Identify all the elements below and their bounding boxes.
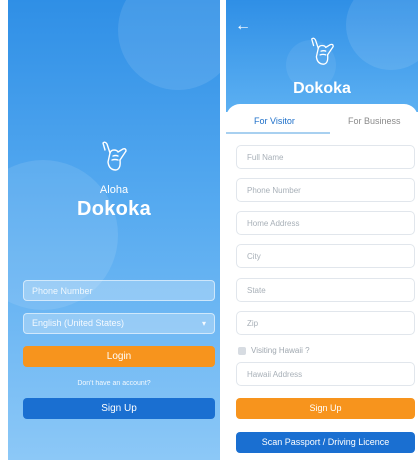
shaka-hand-icon bbox=[226, 36, 418, 70]
hawaii-address-input[interactable] bbox=[236, 362, 415, 386]
city-input[interactable] bbox=[236, 244, 415, 268]
phone-number-input[interactable] bbox=[23, 280, 215, 301]
greeting-text: Aloha bbox=[99, 184, 129, 196]
language-select[interactable]: English (United States) ▾ bbox=[23, 313, 215, 334]
signup-screen: ← Dokoka For Visitor For Business Visiti… bbox=[226, 0, 418, 460]
visiting-hawaii-label: Visiting Hawaii ? bbox=[251, 346, 310, 355]
login-button[interactable]: Login bbox=[23, 346, 215, 367]
home-address-input[interactable] bbox=[236, 211, 415, 235]
scan-passport-button[interactable]: Scan Passport / Driving Licence bbox=[236, 432, 415, 453]
tab-for-visitor[interactable]: For Visitor bbox=[254, 116, 295, 126]
language-value: English (United States) bbox=[32, 318, 125, 328]
brand-name: Dokoka bbox=[293, 80, 351, 97]
brand-name: Dokoka bbox=[76, 198, 152, 220]
signup-button[interactable]: Sign Up bbox=[236, 398, 415, 419]
visiting-hawaii-checkbox-row[interactable]: Visiting Hawaii ? bbox=[238, 346, 310, 355]
state-input[interactable] bbox=[236, 278, 415, 302]
active-tab-indicator bbox=[226, 132, 330, 134]
no-account-text: Don't have an account? bbox=[77, 380, 151, 387]
signup-header: ← Dokoka bbox=[226, 0, 418, 112]
chevron-down-icon: ▾ bbox=[201, 319, 206, 328]
signup-button[interactable]: Sign Up bbox=[23, 398, 215, 419]
shaka-hand-icon bbox=[8, 140, 220, 176]
full-name-input[interactable] bbox=[236, 145, 415, 169]
login-screen: Aloha Dokoka English (United States) ▾ L… bbox=[8, 0, 220, 460]
background-circle bbox=[118, 0, 220, 90]
tab-for-business[interactable]: For Business bbox=[348, 116, 401, 126]
back-arrow-icon[interactable]: ← bbox=[235, 18, 251, 34]
phone-number-input[interactable] bbox=[236, 178, 415, 202]
zip-input[interactable] bbox=[236, 311, 415, 335]
visiting-hawaii-checkbox[interactable] bbox=[238, 346, 246, 355]
